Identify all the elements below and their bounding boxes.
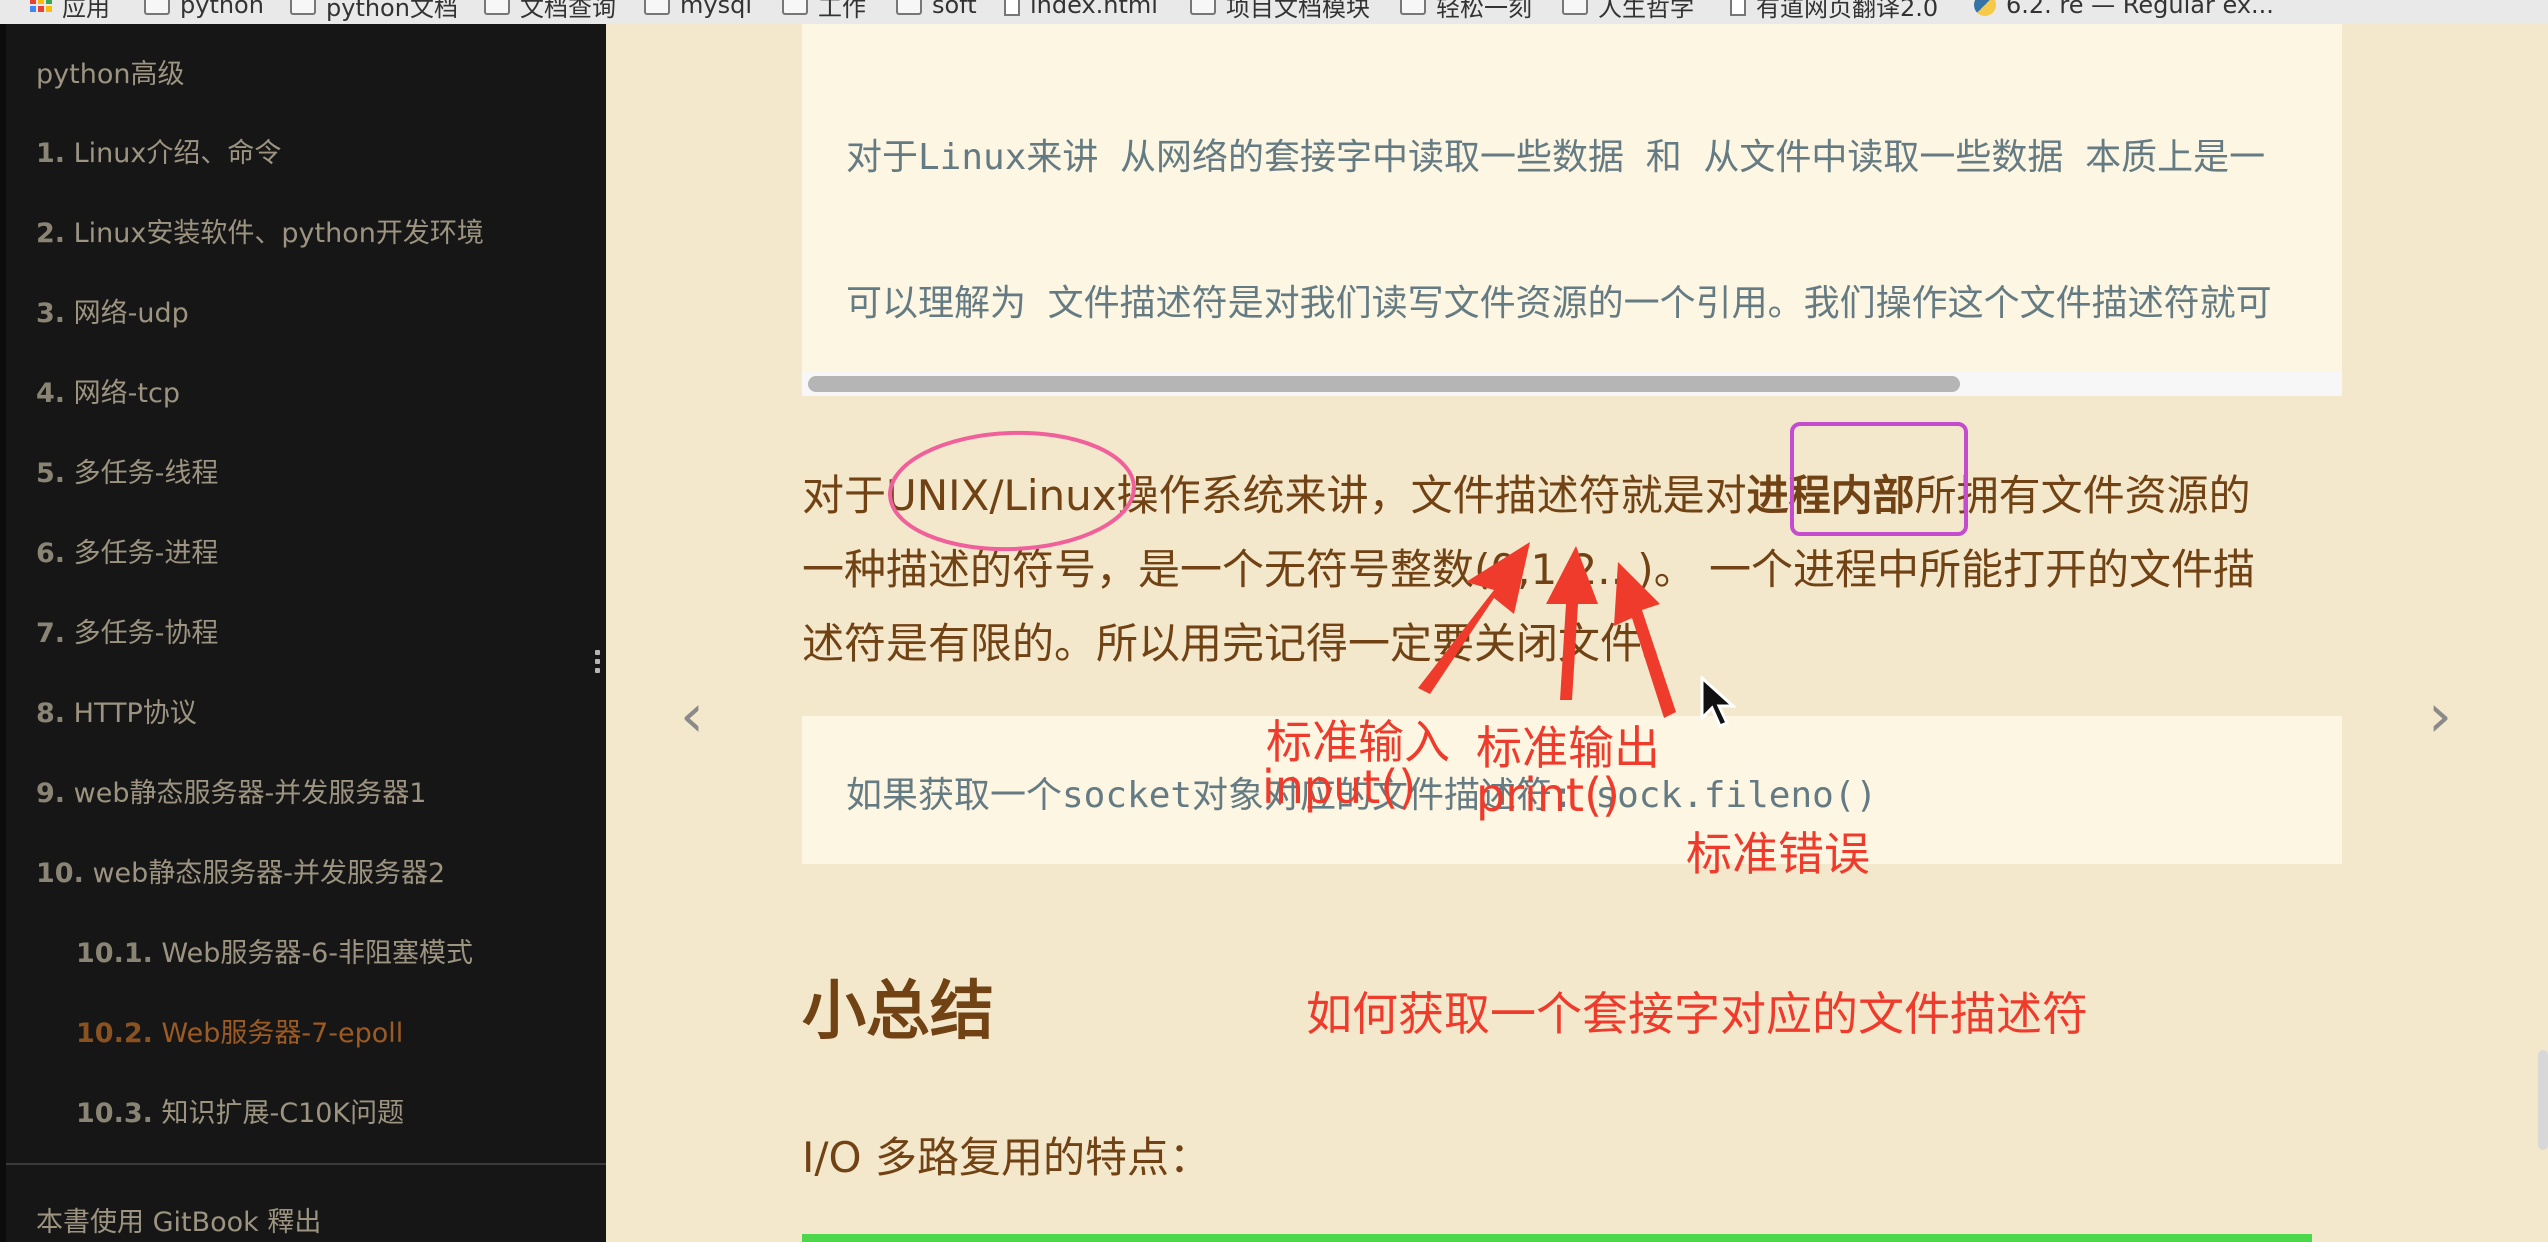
bookmark-work[interactable]: 工作	[782, 0, 866, 22]
sidebar-item-linux-install[interactable]: 2. Linux安装软件、python开发环境	[36, 211, 484, 250]
sidebar-divider	[6, 1163, 606, 1165]
page-icon	[1004, 0, 1020, 16]
sidebar-item-web-server-2[interactable]: 10. web静态服务器-并发服务器2	[36, 851, 445, 890]
sidebar-item-udp[interactable]: 3. 网络-udp	[36, 291, 189, 330]
bookmark-index-html[interactable]: index.html	[1004, 0, 1158, 20]
folder-icon	[782, 0, 808, 15]
page-scrollbar[interactable]	[2538, 1050, 2548, 1150]
paragraph-line: 对于UNIX/Linux操作系统来讲，文件描述符就是对进程内部所拥有文件资源的	[802, 471, 2251, 520]
code-line: 对于Linux来讲 从网络的套接字中读取一些数据 和 从文件中读取一些数据 本质…	[846, 137, 2266, 178]
sidebar-item-non-blocking[interactable]: 10.1. Web服务器-6-非阻塞模式	[76, 931, 473, 970]
bookmark-relax[interactable]: 轻松一刻	[1400, 0, 1532, 22]
sidebar-item-coroutines[interactable]: 7. 多任务-协程	[36, 611, 218, 650]
bookmark-python[interactable]: python	[144, 0, 264, 20]
sidebar-resize-handle[interactable]	[595, 650, 600, 677]
bookmark-project-docs[interactable]: 项目文档模块	[1190, 0, 1370, 22]
sidebar-item-tcp[interactable]: 4. 网络-tcp	[36, 371, 180, 410]
scrollbar-thumb[interactable]	[808, 376, 1960, 392]
bookmark-youdao[interactable]: 有道网页翻译2.0	[1730, 0, 1938, 22]
bookmarks-bar: 应用 python python文档 文档查询 mysql 工作 soft in…	[0, 0, 2548, 25]
apps-grid-icon	[30, 0, 52, 12]
annotation-stderr: 标准错误	[1686, 827, 1870, 881]
code-block: 对于Linux来讲 从网络的套接字中读取一些数据 和 从文件中读取一些数据 本质…	[802, 24, 2342, 372]
bookmark-python-re[interactable]: 6.2. re — Regular ex...	[1974, 0, 2274, 20]
subheading: I/O 多路复用的特点：	[802, 1133, 1211, 1182]
sidebar: python高级 1. Linux介绍、命令 2. Linux安装软件、pyth…	[6, 24, 606, 1242]
page-icon	[1730, 0, 1746, 16]
mouse-cursor-icon	[1700, 676, 1737, 728]
sidebar-item-linux-intro[interactable]: 1. Linux介绍、命令	[36, 131, 281, 170]
sidebar-item-http[interactable]: 8. HTTP协议	[36, 691, 197, 730]
sidebar-item-web-server-1[interactable]: 9. web静态服务器-并发服务器1	[36, 771, 426, 810]
bookmark-python-docs[interactable]: python文档	[290, 0, 458, 22]
folder-icon	[484, 0, 510, 15]
prev-page-arrow-icon[interactable]: ‹	[680, 686, 704, 746]
folder-icon	[896, 0, 922, 15]
emphasis-text: 进程内部	[1746, 471, 1915, 520]
folder-icon	[1400, 0, 1426, 15]
highlight-bar	[802, 1234, 2312, 1242]
sidebar-item-epoll[interactable]: 10.2. Web服务器-7-epoll	[76, 1011, 403, 1050]
annotation-stdin-fn: input()	[1262, 760, 1417, 814]
folder-icon	[1190, 0, 1216, 15]
sidebar-title[interactable]: python高级	[36, 52, 184, 91]
code-line: 可以理解为 文件描述符是对我们读写文件资源的一个引用。我们操作这个文件描述符就可	[846, 283, 2272, 324]
sidebar-item-threads[interactable]: 5. 多任务-线程	[36, 451, 218, 490]
folder-icon	[144, 0, 170, 15]
bookmark-soft[interactable]: soft	[896, 0, 977, 20]
paragraph-line: 一种描述的符号，是一个无符号整数(0,1,2...)。 一个进程中所能打开的文件…	[802, 545, 2256, 594]
python-icon	[1974, 0, 1996, 16]
folder-icon	[644, 0, 670, 15]
annotation-stdout-fn: print()	[1476, 768, 1620, 822]
bookmark-mysql[interactable]: mysql	[644, 0, 752, 20]
folder-icon	[1562, 0, 1588, 15]
gitbook-link[interactable]: 本書使用 GitBook 釋出	[36, 1200, 321, 1239]
sidebar-item-c10k[interactable]: 10.3. 知识扩展-C10K问题	[76, 1091, 404, 1130]
annotation-note: 如何获取一个套接字对应的文件描述符	[1306, 987, 2088, 1041]
bookmark-doc-query[interactable]: 文档查询	[484, 0, 616, 22]
section-heading: 小总结	[802, 975, 994, 1049]
bookmark-apps[interactable]: 应用	[30, 0, 110, 22]
horizontal-scrollbar[interactable]	[802, 372, 2342, 396]
next-page-arrow-icon[interactable]: ›	[2428, 686, 2452, 746]
bookmark-philosophy[interactable]: 人生哲学	[1562, 0, 1694, 22]
folder-icon	[290, 0, 316, 15]
sidebar-item-processes[interactable]: 6. 多任务-进程	[36, 531, 218, 570]
paragraph-line: 述符是有限的。所以用完记得一定要关闭文件。	[802, 619, 1685, 668]
